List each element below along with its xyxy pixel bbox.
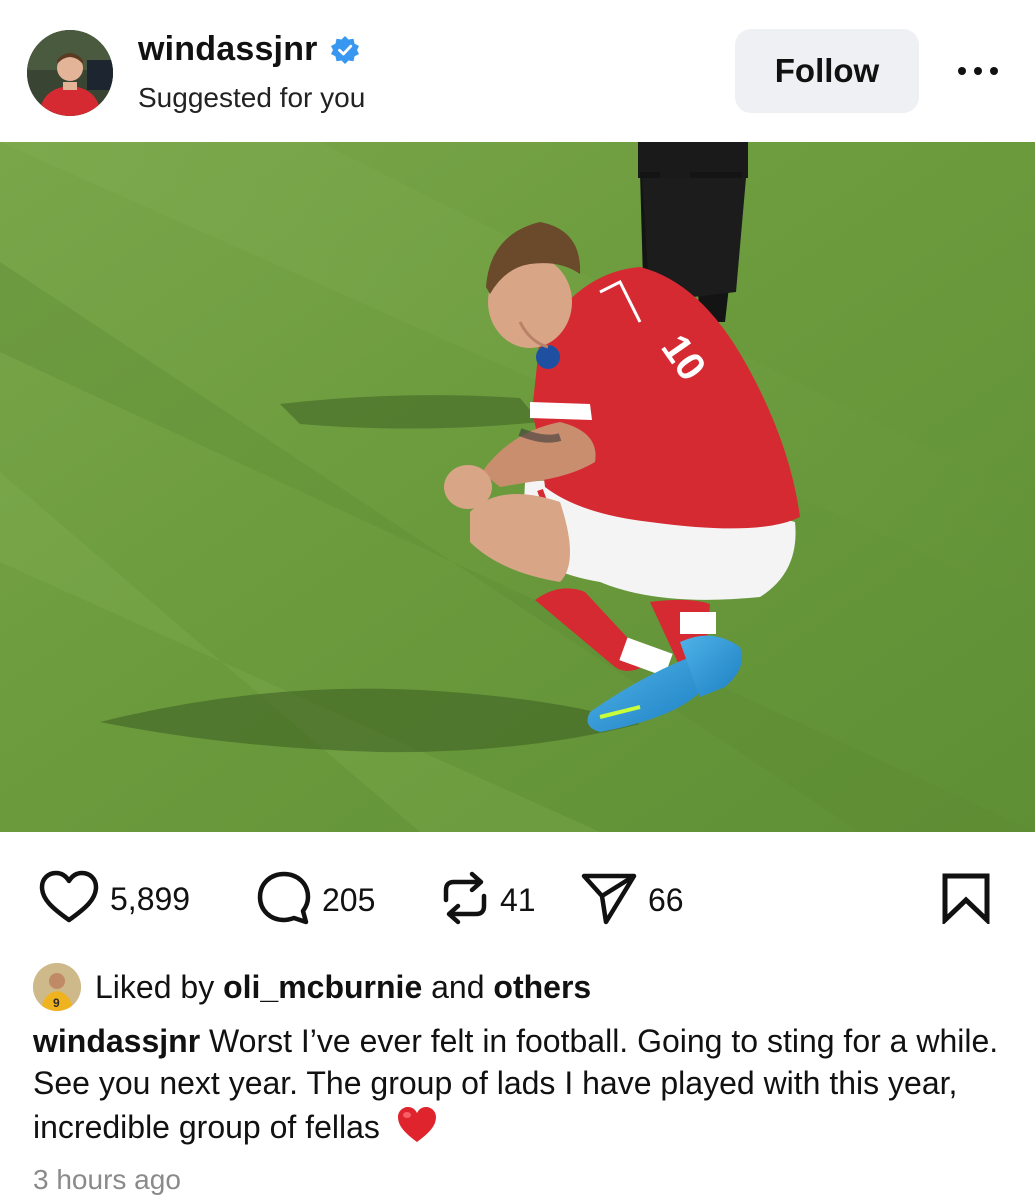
like-action[interactable]: 5,899: [38, 870, 190, 929]
post-photo[interactable]: 10: [0, 142, 1035, 832]
comment-count: 205: [322, 882, 376, 918]
profile-avatar[interactable]: [27, 30, 113, 116]
share-count: 66: [648, 882, 684, 918]
verified-badge-icon: [330, 35, 360, 65]
red-heart-emoji: [395, 1104, 439, 1154]
bookmark-icon[interactable]: [940, 872, 992, 929]
post-timestamp: 3 hours ago: [33, 1164, 181, 1195]
like-count: 5,899: [110, 881, 191, 917]
suggested-label: Suggested for you: [138, 82, 366, 113]
share-action[interactable]: 66: [580, 870, 684, 931]
comment-bubble-icon[interactable]: [256, 870, 312, 931]
repost-count: 41: [500, 882, 536, 918]
liked-by-others[interactable]: others: [493, 969, 591, 1005]
follow-button[interactable]: Follow: [735, 29, 919, 113]
repost-action[interactable]: 41: [440, 870, 536, 931]
liked-by-avatar[interactable]: 9: [33, 963, 81, 1011]
action-bar: 5,899 205 41 66: [0, 852, 1035, 942]
liked-by-text: Liked by oli_mcburnie and others: [95, 969, 591, 1006]
liked-by-user[interactable]: oli_mcburnie: [223, 969, 422, 1005]
username[interactable]: windassjnr: [138, 30, 318, 69]
caption-username[interactable]: windassjnr: [33, 1023, 200, 1059]
post-caption: windassjnr Worst I’ve ever felt in footb…: [33, 1020, 1003, 1154]
liked-by-row[interactable]: 9 Liked by oli_mcburnie and others: [33, 961, 591, 1013]
username-row: windassjnr: [138, 30, 360, 69]
heart-icon[interactable]: [38, 870, 100, 929]
more-options-icon[interactable]: [950, 54, 1006, 88]
liked-by-prefix: Liked by: [95, 968, 215, 1005]
post-header: windassjnr Suggested for you Follow: [0, 0, 1035, 142]
repost-icon[interactable]: [440, 870, 490, 931]
liked-by-and: and: [431, 968, 485, 1005]
comment-action[interactable]: 205: [256, 870, 375, 931]
svg-text:9: 9: [53, 996, 60, 1010]
paper-plane-icon[interactable]: [580, 870, 638, 931]
